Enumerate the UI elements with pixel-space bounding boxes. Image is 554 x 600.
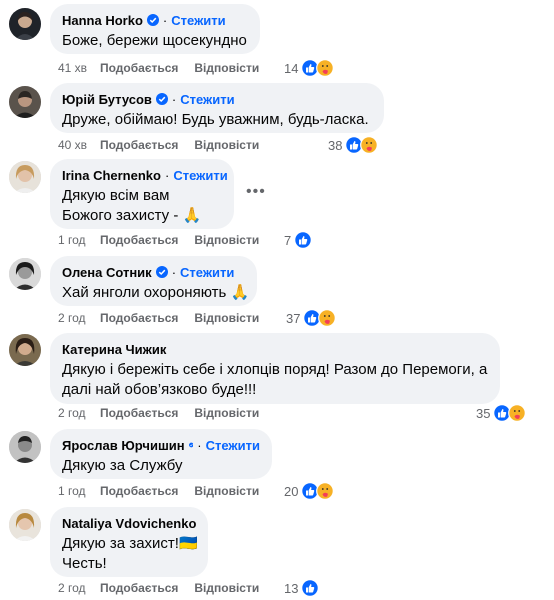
comment-actions: 40 хв Подобається Відповісти xyxy=(58,137,275,153)
comment-bubble: Irina Chernenko · Стежити Дякую всім вам… xyxy=(50,159,234,229)
reaction-count: 37 xyxy=(286,310,301,326)
reply-button[interactable]: Відповісти xyxy=(194,61,259,75)
follow-button[interactable]: Стежити xyxy=(173,168,227,183)
follow-button[interactable]: Стежити xyxy=(171,13,225,28)
comment-text: Друже, обіймаю! Будь уважним, будь-ласка… xyxy=(62,111,369,128)
author-name[interactable]: Катерина Чижик xyxy=(62,342,166,357)
reaction-count: 35 xyxy=(476,405,491,421)
like-button[interactable]: Подобається xyxy=(100,484,178,498)
follow-button[interactable]: Стежити xyxy=(180,92,234,107)
comment-text: Дякую всім вам Божого захисту - 🙏 xyxy=(62,187,202,224)
reply-button[interactable]: Відповісти xyxy=(194,581,259,595)
comment-actions: 2 год Подобається Відповісти xyxy=(58,405,275,421)
reaction-summary[interactable]: 13 xyxy=(284,579,320,597)
timestamp[interactable]: 2 год xyxy=(58,311,100,325)
like-button[interactable]: Подобається xyxy=(100,61,178,75)
author-name[interactable]: Hanna Horko xyxy=(62,13,143,28)
comment-bubble: Олена Сотник · Стежити Хай янголи охорон… xyxy=(50,256,257,306)
comment-bubble: Hanna Horko · Стежити Боже, бережи щосек… xyxy=(50,4,260,54)
care-icon xyxy=(318,309,337,327)
reply-button[interactable]: Відповісти xyxy=(194,138,259,152)
reaction-count: 38 xyxy=(328,137,343,153)
author-name[interactable]: Nataliya Vdovichenko xyxy=(62,516,196,531)
reaction-summary[interactable]: 7 xyxy=(284,231,313,249)
comment-text: Дякую за захист!🇺🇦 Честь! xyxy=(62,535,198,572)
like-icon xyxy=(301,579,320,597)
separator-dot: · xyxy=(171,91,177,107)
timestamp[interactable]: 40 хв xyxy=(58,138,100,152)
comment-text: Хай янголи охороняють 🙏 xyxy=(62,284,250,301)
reaction-count: 7 xyxy=(284,232,292,248)
separator-dot: · xyxy=(171,264,177,280)
timestamp[interactable]: 1 год xyxy=(58,233,100,247)
reaction-count: 13 xyxy=(284,580,299,596)
reaction-summary[interactable]: 20 xyxy=(284,482,335,500)
comment-bubble: Юрій Бутусов · Стежити Друже, обіймаю! Б… xyxy=(50,83,384,133)
reply-button[interactable]: Відповісти xyxy=(194,311,259,325)
timestamp[interactable]: 41 хв xyxy=(58,61,100,75)
reaction-count: 14 xyxy=(284,60,299,76)
author-name[interactable]: Олена Сотник xyxy=(62,265,152,280)
reaction-count: 20 xyxy=(284,483,299,499)
timestamp[interactable]: 1 год xyxy=(58,484,100,498)
reply-button[interactable]: Відповісти xyxy=(194,406,259,420)
reaction-summary[interactable]: 14 xyxy=(284,59,335,77)
reaction-summary[interactable]: 37 xyxy=(286,309,337,327)
avatar[interactable] xyxy=(9,509,41,541)
like-icon xyxy=(294,231,313,249)
separator-dot: · xyxy=(164,167,170,183)
comment-text: Дякую за Службу xyxy=(62,457,183,474)
verified-badge-icon xyxy=(155,266,168,278)
comment-bubble: Nataliya Vdovichenko Дякую за захист!🇺🇦 Ч… xyxy=(50,507,208,577)
like-button[interactable]: Подобається xyxy=(100,138,178,152)
like-button[interactable]: Подобається xyxy=(100,311,178,325)
care-icon xyxy=(316,59,335,77)
reaction-summary[interactable]: 38 xyxy=(328,136,379,154)
more-options-icon[interactable]: ••• xyxy=(246,183,266,201)
reaction-summary[interactable]: 35 xyxy=(476,404,527,422)
comment-text: Дякую і бережіть себе і хлопців поряд! Р… xyxy=(62,361,488,398)
separator-dot: · xyxy=(162,12,168,28)
avatar[interactable] xyxy=(9,161,41,193)
comment-actions: 2 год Подобається Відповісти xyxy=(58,580,275,596)
verified-badge-icon xyxy=(155,93,168,105)
like-button[interactable]: Подобається xyxy=(100,406,178,420)
avatar[interactable] xyxy=(9,258,41,290)
reply-button[interactable]: Відповісти xyxy=(194,233,259,247)
avatar[interactable] xyxy=(9,431,41,463)
author-name[interactable]: Юрій Бутусов xyxy=(62,92,152,107)
care-icon xyxy=(316,482,335,500)
comment-actions: 1 год Подобається Відповісти xyxy=(58,483,275,499)
author-name[interactable]: Irina Chernenko xyxy=(62,168,161,183)
reply-button[interactable]: Відповісти xyxy=(194,484,259,498)
comment-actions: 1 год Подобається Відповісти xyxy=(58,232,275,248)
comment-bubble: Ярослав Юрчишин · Стежити Дякую за Служб… xyxy=(50,429,272,479)
comment-actions: 2 год Подобається Відповісти xyxy=(58,310,275,326)
comment-actions: 41 хв Подобається Відповісти xyxy=(58,60,275,76)
follow-button[interactable]: Стежити xyxy=(206,438,260,453)
like-button[interactable]: Подобається xyxy=(100,233,178,247)
care-icon xyxy=(360,136,379,154)
separator-dot: · xyxy=(197,437,202,453)
author-name[interactable]: Ярослав Юрчишин xyxy=(62,438,185,453)
comment-bubble: Катерина Чижик Дякую і бережіть себе і х… xyxy=(50,333,500,404)
like-button[interactable]: Подобається xyxy=(100,581,178,595)
comment-text: Боже, бережи щосекундно xyxy=(62,32,247,49)
timestamp[interactable]: 2 год xyxy=(58,581,100,595)
verified-badge-icon xyxy=(146,14,159,26)
avatar[interactable] xyxy=(9,8,41,40)
timestamp[interactable]: 2 год xyxy=(58,406,100,420)
care-icon xyxy=(508,404,527,422)
follow-button[interactable]: Стежити xyxy=(180,265,234,280)
avatar[interactable] xyxy=(9,86,41,118)
avatar[interactable] xyxy=(9,334,41,366)
verified-badge-icon xyxy=(188,442,194,448)
